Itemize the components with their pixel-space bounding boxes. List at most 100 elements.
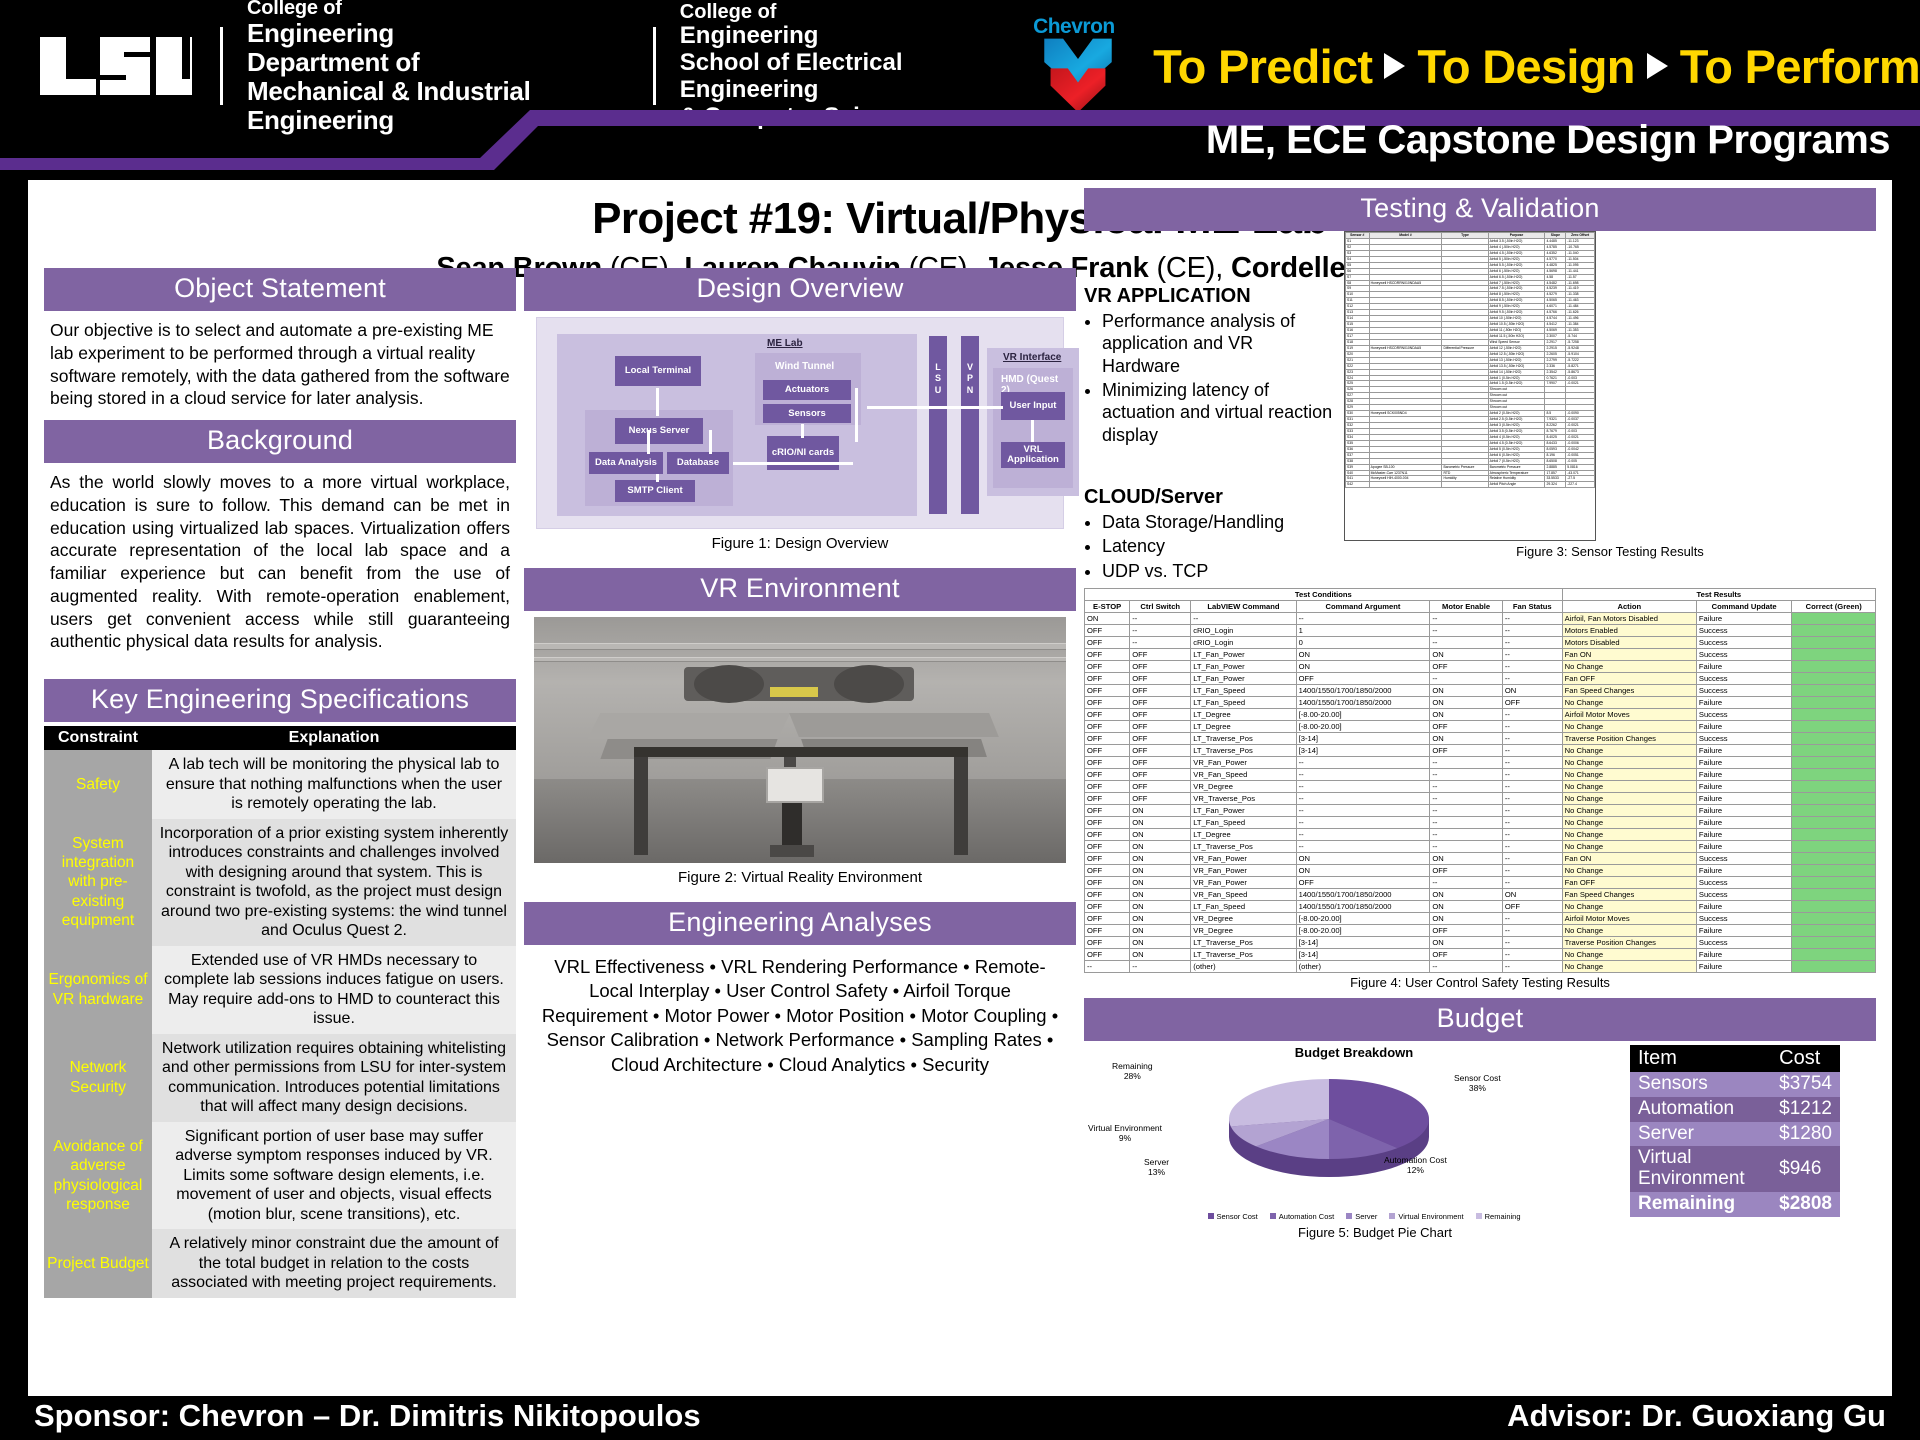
t4-cell: LT_Traverse_Pos: [1190, 743, 1297, 757]
section-header-engineering-analyses: Engineering Analyses: [524, 902, 1076, 945]
t4-cell: --: [1501, 947, 1563, 961]
t4-cell: OFF: [1429, 659, 1503, 673]
t4-cell: OFF: [1295, 671, 1431, 685]
t4-cell: ON: [1429, 707, 1503, 721]
t4-cell: cRIO_Login: [1190, 635, 1297, 649]
engineering-analyses-text: VRL Effectiveness • VRL Rendering Perfor…: [541, 956, 1059, 1075]
t4-cell: OFF: [1501, 695, 1563, 709]
advisor-text: Advisor: Dr. Guoxiang Gu: [1507, 1398, 1886, 1433]
pie-chart-legend: Sensor Cost Automation Cost Server Virtual …: [1114, 1212, 1614, 1221]
user-control-safety-table: Test Conditions Test Results E-STOP Ctrl …: [1083, 587, 1877, 973]
t4-cell: ON: [1129, 827, 1192, 841]
t4-cell: [1791, 611, 1876, 625]
legend-item: Server: [1346, 1212, 1377, 1221]
t4-cell: --: [1501, 719, 1563, 733]
spec-constraint-cell: Ergonomics of VR hardware: [44, 945, 152, 1034]
t4-cell: [1791, 671, 1876, 685]
t4-cell: Success: [1695, 683, 1793, 697]
t4-cell: --: [1129, 959, 1192, 973]
t4-cell: 1400/1550/1700/1850/2000: [1295, 683, 1431, 697]
t4-cell: --: [1501, 743, 1563, 757]
header-divider-2: [652, 27, 656, 105]
t4-cell: OFF: [1429, 923, 1503, 937]
arrow-vpn-lab: [867, 406, 979, 409]
t4-cell: Traverse Position Changes: [1561, 935, 1697, 949]
t4-cell: OFF: [1083, 707, 1131, 721]
table-row: Ergonomics of VR hardware Extended use of…: [44, 945, 516, 1034]
t4-cell: LT_Fan_Speed: [1190, 815, 1297, 829]
t4-cell: LT_Traverse_Pos: [1190, 935, 1297, 949]
t4-cell: VR_Fan_Power: [1190, 755, 1297, 769]
t4-cell: OFF: [1083, 683, 1131, 697]
design-overview-diagram: ME Lab Local Terminal Wind Tunnel Actuat…: [536, 317, 1079, 529]
legend-item: Automation Cost: [1269, 1212, 1334, 1221]
t4-cell: [1791, 911, 1876, 925]
t4-cell: ON: [1429, 935, 1503, 949]
t4-cell: OFF: [1083, 731, 1131, 745]
arrow-server-database: [709, 430, 712, 454]
figure-2-caption: Figure 2: Virtual Reality Environment: [678, 869, 922, 886]
budget-item-cell: Server: [1630, 1121, 1772, 1147]
t4-cell: LT_Degree: [1190, 719, 1297, 733]
legend-item: Virtual Environment: [1389, 1212, 1464, 1221]
table-row: OFF ON VR_Degree [-8.00-20.00] ON -- Airfoil M…: [1083, 911, 1876, 925]
t4-cell: [3-14]: [1295, 731, 1431, 745]
table-row: Virtual Environment $946: [1630, 1146, 1840, 1193]
t4-cell: --: [1501, 791, 1563, 805]
t4-cell: VR_Traverse_Pos: [1190, 791, 1297, 805]
t4-cell: ON: [1295, 659, 1431, 673]
t4-cell: No Change: [1561, 767, 1697, 781]
t4-cell: --: [1295, 755, 1431, 769]
t4-cell: [3-14]: [1295, 935, 1431, 949]
t4-cell: --: [1501, 779, 1563, 793]
t4-cell: No Change: [1561, 827, 1697, 841]
table-row: OFF OFF LT_Traverse_Pos [3-14] OFF -- No Chang…: [1083, 743, 1876, 757]
t4-cell: ON: [1129, 911, 1192, 925]
t4-cell: --: [1501, 851, 1563, 865]
spec-constraint-cell: Network Security: [44, 1033, 152, 1122]
sensor-testing-results-table: Sensor # Model # Type Purpose Slope Zero Offs…: [1344, 231, 1596, 541]
t4-cell: --: [1295, 839, 1431, 853]
chevron-tagline: To Predict To Design To Perform: [1153, 39, 1920, 94]
t4-cell: LT_Fan_Power: [1190, 659, 1297, 673]
t4-cell: OFF: [1129, 659, 1192, 673]
t4-cell: Success: [1695, 647, 1793, 661]
t4-cell: --: [1429, 827, 1503, 841]
t4-cell: ON: [1295, 647, 1431, 661]
t4-cell: No Change: [1561, 743, 1697, 757]
table-row: OFF ON VR_Fan_Power ON ON -- Fan ON Success: [1083, 851, 1876, 865]
vpn-vertical-bar: VPN: [961, 336, 979, 514]
t4-cell: Failure: [1695, 947, 1793, 961]
database-box: Database: [667, 452, 729, 474]
t4-cell: Failure: [1695, 719, 1793, 733]
t4-cell: OFF: [1129, 695, 1192, 709]
t4-cell: Fan ON: [1561, 647, 1697, 661]
pie-label-virtual-environment: Virtual Environment 9%: [1088, 1122, 1163, 1143]
t4-cell: --: [1295, 779, 1431, 793]
t4-cell: No Change: [1561, 791, 1697, 805]
t4-cell: ON: [1129, 947, 1192, 961]
t4-cell: Success: [1695, 875, 1793, 889]
t4-cell: ON: [1129, 887, 1192, 901]
table-row: OFF OFF VR_Degree -- -- -- No Change Failure: [1083, 779, 1876, 793]
t4-cell: [-8.00-20.00]: [1295, 707, 1431, 721]
table-row: S42 Airfoil Pitch Angle 29.324 -227.4: [1345, 481, 1595, 489]
sensor-table-cell: S42: [1345, 481, 1370, 489]
t4-cell: 1400/1550/1700/1850/2000: [1295, 695, 1431, 709]
t4-cell: ON: [1295, 851, 1431, 865]
t4-cell: OFF: [1083, 635, 1131, 649]
budget-cost-cell: $1280: [1771, 1121, 1840, 1147]
table-row: OFF ON LT_Degree -- -- -- No Change Failure: [1083, 827, 1876, 841]
legend-item: Remaining: [1475, 1212, 1521, 1221]
t4-cell: --: [1501, 659, 1563, 673]
section-header-background: Background: [44, 420, 516, 463]
table-row: Automation $1212: [1630, 1096, 1840, 1122]
dept2-college: College of: [679, 1, 777, 24]
t4-cell: Fan OFF: [1561, 671, 1697, 685]
budget-item-cell: Automation: [1630, 1096, 1772, 1122]
t4-cell: --: [1501, 767, 1563, 781]
t4-cell: Success: [1695, 635, 1793, 649]
t4-cell: [1791, 863, 1876, 877]
t4-cell: Failure: [1695, 743, 1793, 757]
t4-cell: VR_Fan_Speed: [1190, 767, 1297, 781]
